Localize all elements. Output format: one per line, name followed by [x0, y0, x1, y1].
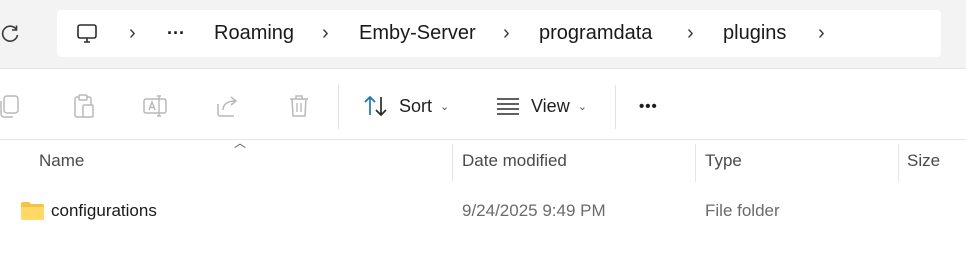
column-divider[interactable]: [695, 144, 696, 182]
paste-icon: [74, 94, 94, 118]
breadcrumb-item-plugins[interactable]: plugins: [723, 10, 786, 57]
share-icon: [217, 96, 238, 117]
column-divider[interactable]: [452, 144, 453, 182]
file-name-cell: configurations: [20, 191, 157, 231]
column-header: ︿ Name Date modified Type Size: [0, 136, 966, 182]
column-date-header[interactable]: Date modified: [462, 140, 567, 182]
column-name-header[interactable]: Name: [39, 140, 84, 182]
chevron-down-icon: ⌄: [577, 100, 587, 113]
file-date: 9/24/2025 9:49 PM: [462, 201, 606, 220]
paste-button[interactable]: [70, 91, 98, 121]
breadcrumb: › ··· Roaming › Emby-Server › programdat…: [57, 10, 941, 57]
file-row[interactable]: configurations 9/24/2025 9:49 PM File fo…: [0, 191, 966, 231]
column-type-header[interactable]: Type: [705, 140, 742, 182]
refresh-button[interactable]: [0, 22, 22, 46]
breadcrumb-item-emby-server[interactable]: Emby-Server: [359, 10, 476, 57]
breadcrumb-overflow-button[interactable]: ···: [167, 10, 185, 57]
breadcrumb-item-programdata[interactable]: programdata: [539, 10, 652, 57]
file-name: configurations: [51, 201, 157, 220]
refresh-icon: [1, 25, 19, 42]
rename-button[interactable]: [141, 91, 169, 121]
chevron-right-icon[interactable]: ›: [503, 10, 510, 57]
computer-icon: [77, 23, 97, 43]
sort-label: Sort: [399, 95, 433, 116]
this-pc-button[interactable]: [75, 10, 99, 57]
address-bar: › ··· Roaming › Emby-Server › programdat…: [0, 0, 966, 69]
column-size-header[interactable]: Size: [907, 140, 940, 182]
file-type: File folder: [705, 201, 780, 220]
sort-button[interactable]: Sort ⌄: [362, 91, 449, 121]
command-bar: Sort ⌄ View ⌄ •••: [0, 69, 966, 140]
rename-icon: [143, 95, 167, 117]
breadcrumb-item-roaming[interactable]: Roaming: [214, 10, 294, 57]
column-divider[interactable]: [898, 144, 899, 182]
share-button[interactable]: [214, 91, 242, 121]
view-icon: [497, 98, 519, 115]
chevron-right-icon[interactable]: ›: [818, 10, 825, 57]
view-button[interactable]: View ⌄: [495, 91, 587, 121]
chevron-down-icon: ⌄: [440, 100, 450, 113]
chevron-right-icon[interactable]: ›: [129, 10, 136, 57]
sort-ascending-icon: ︿: [234, 136, 247, 150]
folder-icon: [21, 202, 44, 220]
copy-icon: [0, 95, 19, 118]
delete-button[interactable]: [285, 91, 313, 121]
trash-icon: [290, 95, 308, 117]
view-label: View: [531, 95, 570, 116]
chevron-right-icon[interactable]: ›: [687, 10, 694, 57]
toolbar-divider: [338, 85, 339, 129]
chevron-right-icon[interactable]: ›: [322, 10, 329, 57]
copy-button[interactable]: [0, 91, 24, 121]
more-options-button[interactable]: •••: [639, 91, 658, 121]
sort-icon: [364, 95, 387, 117]
toolbar-divider: [615, 85, 616, 129]
